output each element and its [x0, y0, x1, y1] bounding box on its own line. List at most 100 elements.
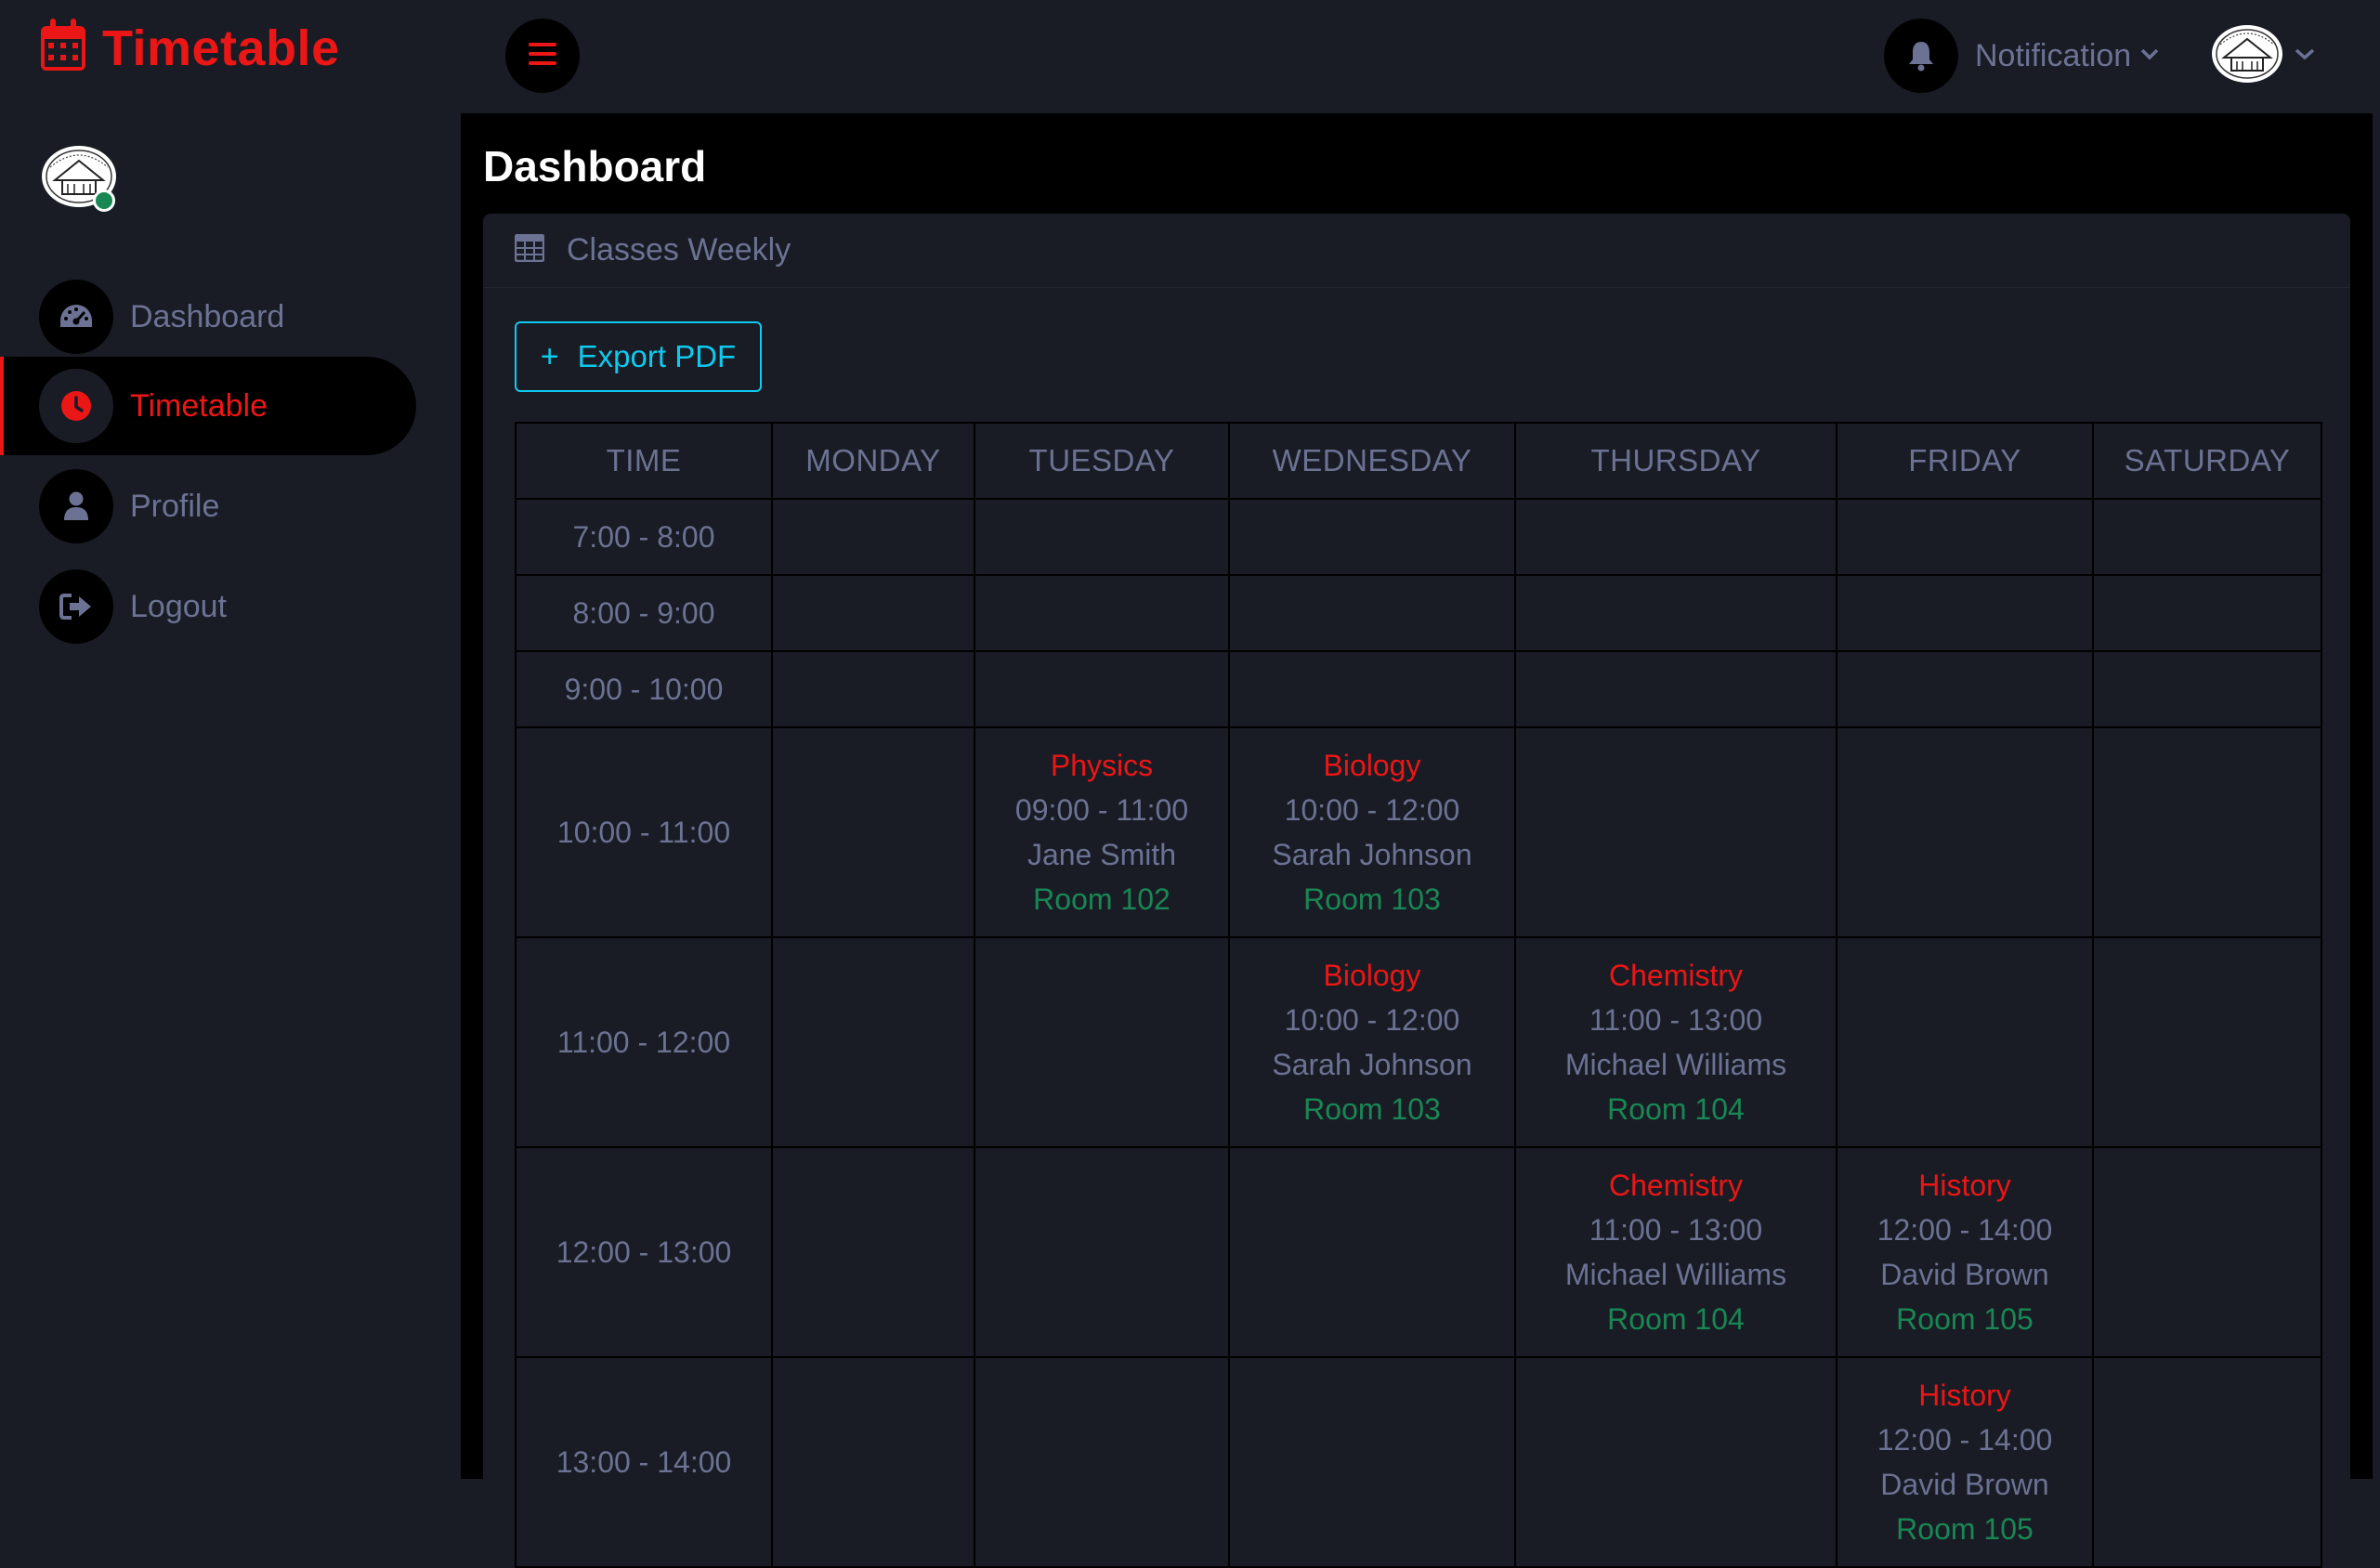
sidebar-item-timetable[interactable]: Timetable [0, 357, 416, 455]
day-cell [974, 1356, 1230, 1568]
panel-header: Classes Weekly [483, 214, 2350, 288]
day-cell [2092, 650, 2322, 728]
day-cell: History 12:00 - 14:00 David Brown Room 105 [1836, 1146, 2094, 1358]
class-subject: History [1918, 1169, 2011, 1202]
class-subject: Biology [1323, 749, 1421, 782]
class-room: Room 102 [1033, 882, 1170, 916]
day-cell [1514, 650, 1837, 728]
brand-title: Timetable [102, 20, 340, 76]
day-cell [974, 1146, 1230, 1358]
day-cell [771, 936, 975, 1148]
hamburger-icon [529, 42, 556, 71]
day-cell: Chemistry 11:00 - 13:00 Michael Williams Ro… [1514, 936, 1837, 1148]
day-cell: Biology 10:00 - 12:00 Sarah Johnson Room 10… [1228, 726, 1516, 938]
class-room: Room 104 [1607, 1092, 1745, 1126]
column-header: THURSDAY [1514, 422, 1837, 500]
time-slot-cell: 13:00 - 14:00 [515, 1356, 773, 1568]
table-row: 7:00 - 8:00 [515, 498, 2322, 576]
class-subject: Chemistry [1608, 1169, 1743, 1202]
time-slot-cell: 9:00 - 10:00 [515, 650, 773, 728]
class-teacher: Michael Williams [1564, 1258, 1787, 1291]
table-row: 12:00 - 13:00 Chemistry 11:00 - 13:00 Micha… [515, 1146, 2322, 1358]
day-cell [1228, 1356, 1516, 1568]
sidebar-item-label: Logout [130, 588, 227, 624]
day-cell [1836, 936, 2094, 1148]
class-hours: 11:00 - 13:00 [1589, 1003, 1763, 1037]
chevron-down-icon [2295, 47, 2315, 65]
sidebar-item-label: Dashboard [130, 298, 285, 334]
user-icon [39, 469, 113, 543]
notification-dropdown[interactable]: Notification [1884, 19, 2159, 93]
class-room: Room 104 [1607, 1302, 1745, 1336]
table-header-row: TIME MONDAY TUESDAY WEDNESDAY THURSDAY FRIDAY… [515, 422, 2322, 500]
column-header: SATURDAY [2092, 422, 2322, 500]
class-subject: Biology [1323, 959, 1421, 992]
day-cell [1836, 574, 2094, 652]
class-hours: 09:00 - 11:00 [1014, 793, 1189, 827]
day-cell [1836, 650, 2094, 728]
class-teacher: David Brown [1880, 1258, 2049, 1291]
class-entry: Chemistry 11:00 - 13:00 Michael Williams Ro… [1516, 1163, 1836, 1341]
class-teacher: Jane Smith [1027, 838, 1177, 871]
day-cell [1228, 1146, 1516, 1358]
time-slot-cell: 10:00 - 11:00 [515, 726, 773, 938]
export-pdf-label: Export PDF [577, 339, 737, 373]
sidebar-item-profile[interactable]: Profile [0, 457, 416, 555]
user-menu[interactable] [2209, 22, 2315, 90]
export-pdf-button[interactable]: + Export PDF [515, 321, 762, 392]
sidebar: Dashboard Timetable Profile Logout [0, 113, 461, 1479]
class-teacher: David Brown [1880, 1468, 2049, 1501]
class-hours: 12:00 - 14:00 [1877, 1213, 2053, 1247]
class-subject: History [1918, 1379, 2011, 1412]
time-slot-cell: 8:00 - 9:00 [515, 574, 773, 652]
table-row: 13:00 - 14:00 History 12:00 - 14:00 David B… [515, 1356, 2322, 1568]
table-row: 8:00 - 9:00 [515, 574, 2322, 652]
day-cell: Biology 10:00 - 12:00 Sarah Johnson Room 10… [1228, 936, 1516, 1148]
sidebar-toggle-button[interactable] [505, 19, 580, 93]
class-room: Room 103 [1303, 882, 1441, 916]
day-cell [771, 574, 975, 652]
day-cell [974, 498, 1230, 576]
column-header: TIME [515, 422, 773, 500]
day-cell [1836, 498, 2094, 576]
top-navbar: Timetable Notification [0, 0, 2380, 113]
day-cell: Physics 09:00 - 11:00 Jane Smith Room 102 [974, 726, 1230, 938]
day-cell [1228, 574, 1516, 652]
brand[interactable]: Timetable [39, 19, 340, 77]
day-cell [2092, 936, 2322, 1148]
table-row: 11:00 - 12:00 Biology 10:00 - 12:00 Sarah J… [515, 936, 2322, 1148]
day-cell [1514, 574, 1837, 652]
class-subject: Physics [1050, 749, 1154, 782]
day-cell [974, 574, 1230, 652]
sidebar-item-logout[interactable]: Logout [0, 557, 416, 656]
day-cell [2092, 498, 2322, 576]
notification-label: Notification [1975, 37, 2132, 73]
class-hours: 11:00 - 13:00 [1589, 1213, 1763, 1247]
bell-icon [1884, 19, 1958, 93]
time-slot-cell: 7:00 - 8:00 [515, 498, 773, 576]
time-slot-cell: 11:00 - 12:00 [515, 936, 773, 1148]
day-cell: History 12:00 - 14:00 David Brown Room 105 [1836, 1356, 2094, 1568]
day-cell [1228, 650, 1516, 728]
time-slot-cell: 12:00 - 13:00 [515, 1146, 773, 1358]
school-logo-avatar [2209, 22, 2285, 90]
sidebar-item-dashboard[interactable]: Dashboard [0, 268, 416, 366]
day-cell [2092, 1356, 2322, 1568]
class-hours: 10:00 - 12:00 [1284, 793, 1460, 827]
clock-icon [39, 369, 113, 443]
classes-weekly-panel: Classes Weekly + Export PDF TIME MONDAY TU… [483, 214, 2350, 1568]
day-cell [771, 1146, 975, 1358]
class-teacher: Sarah Johnson [1272, 1048, 1472, 1081]
online-status-dot [93, 189, 115, 212]
day-cell [1514, 1356, 1837, 1568]
day-cell [2092, 1146, 2322, 1358]
table-icon [514, 233, 545, 267]
class-entry: Physics 09:00 - 11:00 Jane Smith Room 102 [975, 743, 1228, 921]
table-row: 9:00 - 10:00 [515, 650, 2322, 728]
day-cell [771, 650, 975, 728]
day-cell [2092, 574, 2322, 652]
class-room: Room 105 [1896, 1302, 2033, 1336]
day-cell [1228, 498, 1516, 576]
class-entry: Biology 10:00 - 12:00 Sarah Johnson Room 10… [1230, 953, 1514, 1131]
day-cell [771, 1356, 975, 1568]
